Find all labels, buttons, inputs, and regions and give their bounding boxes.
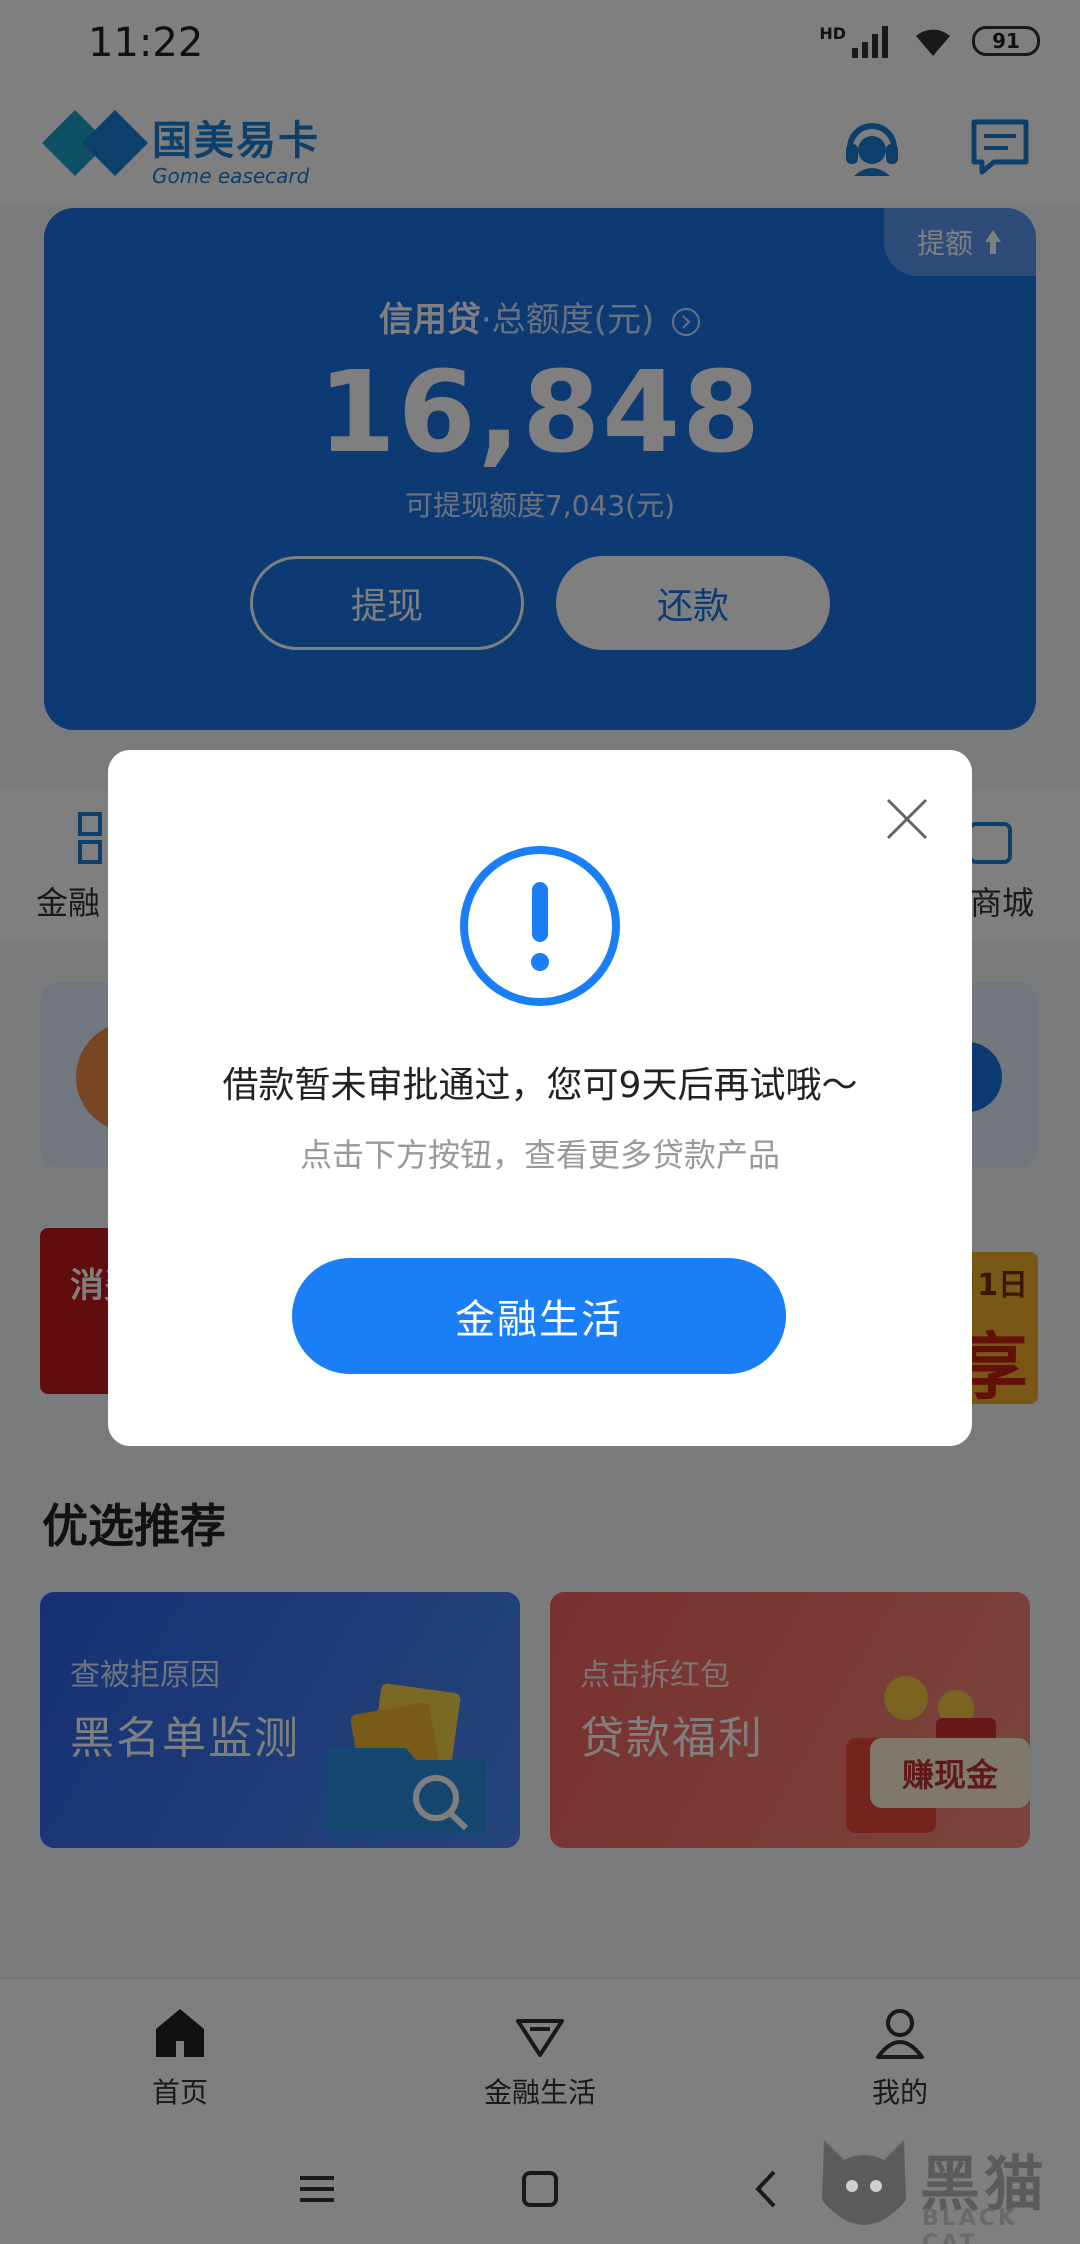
watermark: 黑猫 BLACK CAT <box>810 2130 1080 2244</box>
alert-icon <box>460 846 620 1006</box>
close-icon[interactable] <box>882 794 932 844</box>
finance-life-button[interactable]: 金融生活 <box>292 1258 786 1374</box>
loan-rejected-dialog: 借款暂未审批通过，您可9天后再试哦～ 点击下方按钮，查看更多贷款产品 金融生活 <box>108 750 972 1446</box>
watermark-subtext: BLACK CAT <box>922 2206 1019 2244</box>
cat-logo-icon <box>822 2140 906 2225</box>
dialog-message: 借款暂未审批通过，您可9天后再试哦～ <box>222 1065 858 1106</box>
dialog-sub-message: 点击下方按钮，查看更多贷款产品 <box>299 1136 780 1174</box>
